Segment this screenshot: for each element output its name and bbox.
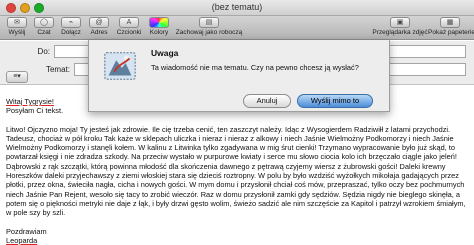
closing-line: Pozdrawiam (6, 226, 47, 236)
compose-window: (bez tematu) ✉ Wyślij ◯ Czat ⌁ Dołącz @ … (0, 0, 474, 245)
fonts-button[interactable]: A Czcionki (114, 17, 144, 39)
alert-title: Uwaga (151, 48, 179, 58)
to-label: Do: (37, 47, 50, 56)
address-button[interactable]: @ Adres (86, 17, 112, 39)
account-selector[interactable]: ≡▾ (6, 71, 28, 83)
greeting-line: Witaj Tygrysie! (6, 97, 54, 106)
attach-button[interactable]: ⌁ Dołącz (58, 17, 84, 39)
cancel-button[interactable]: Anuluj (243, 94, 291, 108)
save-draft-icon: ▤ (199, 17, 219, 28)
chat-icon: ◯ (34, 17, 54, 28)
intro-line: Posyłam Ci tekst. (6, 106, 64, 116)
address-icon: @ (89, 17, 109, 28)
alert-sheet: Uwaga Ta wiadomość nie ma tematu. Czy na… (88, 40, 390, 112)
alert-message: Ta wiadomość nie ma tematu. Czy na pewno… (151, 63, 359, 72)
colors-button[interactable]: Kolory (146, 17, 172, 39)
chat-button[interactable]: ◯ Czat (32, 17, 56, 39)
photo-browser-icon: ▣ (390, 17, 410, 28)
body-paragraph: Litwo! Ojczyzno moja! Ty jesteś jak zdro… (6, 124, 466, 218)
window-title: (bez tematu) (211, 2, 263, 12)
paperclip-icon: ⌁ (61, 17, 81, 28)
send-icon: ✉ (7, 17, 27, 28)
signature: Leoparda (6, 235, 38, 245)
fonts-icon: A (119, 17, 139, 28)
message-body[interactable]: Witaj Tygrysie! Posyłam Ci tekst. Litwo!… (6, 97, 468, 245)
save-draft-button[interactable]: ▤ Zachowaj jako roboczą (174, 17, 244, 39)
colors-icon (149, 17, 169, 28)
send-button[interactable]: ✉ Wyślij (4, 17, 30, 39)
toolbar: ✉ Wyślij ◯ Czat ⌁ Dołącz @ Adres A Czcio… (0, 16, 474, 40)
show-stationery-button[interactable]: ▦ Pokaż papeterie (428, 17, 474, 39)
stationery-icon: ▦ (440, 17, 460, 28)
mail-stamp-icon (104, 51, 136, 81)
send-anyway-button[interactable]: Wyślij mimo to (297, 94, 373, 108)
photo-browser-button[interactable]: ▣ Przeglądarka zdjęć (372, 17, 428, 39)
title-bar: (bez tematu) (0, 0, 474, 16)
